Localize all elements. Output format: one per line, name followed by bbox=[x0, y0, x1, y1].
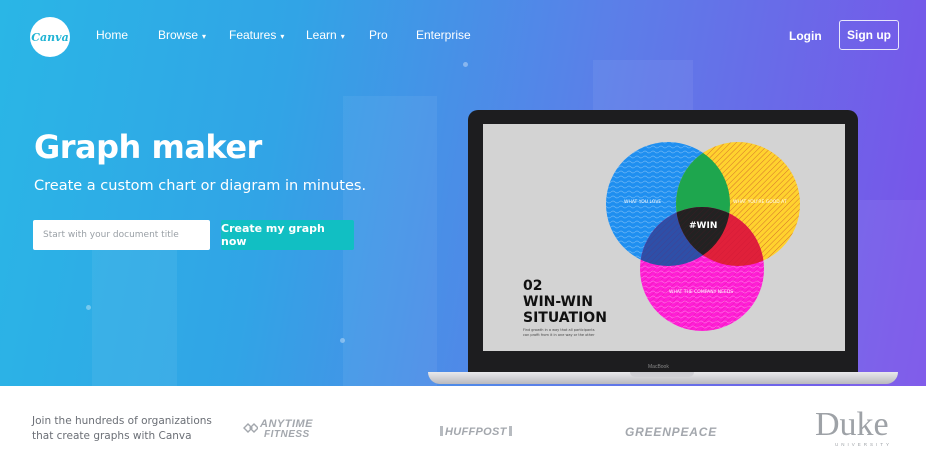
slide-caption-line2: can profit from it in one way or the oth… bbox=[523, 333, 595, 337]
label-what-youre-good-at: WHAT YOU'RE GOOD AT bbox=[733, 199, 787, 205]
nav-features[interactable]: Features ▾ bbox=[229, 28, 284, 42]
nav-label: Enterprise bbox=[416, 28, 471, 42]
chevron-down-icon: ▾ bbox=[202, 32, 207, 41]
slide-caption-line1: Find growth in a way that all participan… bbox=[523, 328, 595, 332]
create-graph-button[interactable]: Create my graph now bbox=[221, 220, 354, 250]
slide-number: 02 bbox=[523, 278, 542, 294]
background-column bbox=[850, 200, 926, 386]
trusted-by-text: Join the hundreds of organizations that … bbox=[32, 414, 232, 444]
chevron-down-icon: ▾ bbox=[340, 32, 345, 41]
signup-button[interactable]: Sign up bbox=[839, 20, 899, 50]
background-column bbox=[92, 250, 177, 386]
nav-label: Browse bbox=[158, 28, 199, 42]
anytime-logo-line2: FITNESS bbox=[264, 429, 310, 440]
nav-enterprise[interactable]: Enterprise bbox=[416, 28, 471, 42]
canva-logo[interactable]: Canva bbox=[30, 17, 70, 57]
slide-heading-line1: WIN-WIN bbox=[523, 294, 593, 310]
huffpost-logo: HUFFPOST bbox=[440, 426, 512, 438]
nav-browse[interactable]: Browse ▾ bbox=[158, 28, 206, 42]
running-man-icon bbox=[243, 423, 258, 433]
document-title-input[interactable] bbox=[33, 220, 210, 250]
page-subtitle: Create a custom chart or diagram in minu… bbox=[34, 178, 367, 194]
venn-slide: WHAT YOU LOVE WHAT YOU'RE GOOD AT WHAT T… bbox=[523, 142, 800, 337]
label-what-the-company-needs: WHAT THE COMPANY NEEDS bbox=[669, 289, 733, 295]
greenpeace-logo: GREENPEACE bbox=[625, 425, 718, 439]
nav-label: Pro bbox=[369, 28, 388, 42]
trusted-by-line: Join the hundreds of organizations bbox=[32, 415, 212, 427]
huffpost-logo-text: HUFFPOST bbox=[445, 426, 507, 438]
duke-logo-text: Duke bbox=[815, 406, 889, 443]
nav-home[interactable]: Home bbox=[96, 28, 128, 42]
nav-pro[interactable]: Pro bbox=[369, 28, 388, 42]
nav-label: Learn bbox=[306, 28, 337, 42]
duke-logo-subtext: UNIVERSITY bbox=[835, 442, 893, 447]
duke-university-logo: Duke UNIVERSITY bbox=[815, 406, 893, 448]
login-link[interactable]: Login bbox=[789, 29, 822, 43]
laptop-screen: WHAT YOU LOVE WHAT YOU'RE GOOD AT WHAT T… bbox=[483, 124, 845, 351]
page-title: Graph maker bbox=[34, 128, 262, 166]
slide-heading-line2: SITUATION bbox=[523, 310, 607, 326]
background-column bbox=[343, 96, 437, 386]
background-dot bbox=[340, 338, 345, 343]
nav-label: Features bbox=[229, 28, 277, 42]
hero-section: Canva Home Browse ▾ Features ▾ Learn ▾ Pro … bbox=[0, 0, 926, 386]
laptop-brand-label: MacBook bbox=[648, 364, 669, 370]
nav-learn[interactable]: Learn ▾ bbox=[306, 28, 345, 42]
trusted-by-line: that create graphs with Canva bbox=[32, 430, 192, 442]
laptop-notch bbox=[630, 372, 694, 377]
nav-label: Home bbox=[96, 28, 129, 42]
label-win: #WIN bbox=[689, 221, 717, 231]
logo-text: Canva bbox=[31, 30, 69, 44]
chevron-down-icon: ▾ bbox=[280, 32, 285, 41]
label-what-you-love: WHAT YOU LOVE bbox=[624, 199, 661, 205]
background-dot bbox=[86, 305, 91, 310]
top-navigation: Canva Home Browse ▾ Features ▾ Learn ▾ Pro … bbox=[0, 0, 926, 72]
anytime-fitness-logo: ANYTIME FITNESS bbox=[242, 418, 332, 444]
